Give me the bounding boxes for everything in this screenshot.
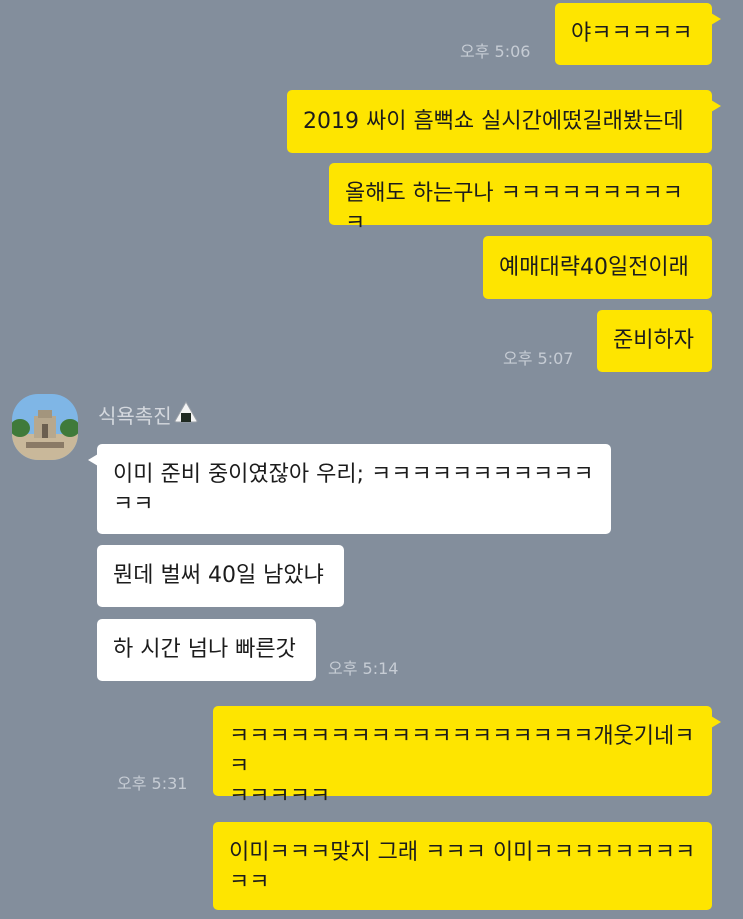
message-bubble-incoming[interactable]: 뭔데 벌써 40일 남았냐 <box>97 545 344 607</box>
message-bubble-outgoing[interactable]: 이미ㅋㅋㅋ맞지 그래 ㅋㅋㅋ 이미ㅋㅋㅋㅋㅋㅋㅋㅋ ㅋㅋ <box>213 822 712 910</box>
message-bubble-incoming[interactable]: 하 시간 넘나 빠른갓 <box>97 619 316 681</box>
message-time: 오후 5:07 <box>503 349 574 368</box>
sender-name-label: 식욕촉진 <box>98 404 172 428</box>
message-time: 오후 5:06 <box>460 42 531 61</box>
message-time: 오후 5:14 <box>328 659 399 678</box>
rice-ball-icon <box>174 401 198 428</box>
sender-name: 식욕촉진 <box>98 400 198 429</box>
message-bubble-outgoing[interactable]: 2019 싸이 흠뻑쇼 실시간에떴길래봤는데 <box>287 90 721 153</box>
message-bubble-outgoing[interactable]: 야ㅋㅋㅋㅋㅋ <box>555 3 721 65</box>
message-bubble-outgoing[interactable]: ㅋㅋㅋㅋㅋㅋㅋㅋㅋㅋㅋㅋㅋㅋㅋㅋㅋㅋ개웃기네ㅋㅋ ㅋㅋㅋㅋㅋ <box>213 706 721 809</box>
message-bubble-outgoing[interactable]: 예매대략40일전이래 <box>483 236 712 299</box>
message-bubble-incoming[interactable]: 이미 준비 중이였잖아 우리; ㅋㅋㅋㅋㅋㅋㅋㅋㅋㅋㅋ ㅋㅋ <box>88 444 611 534</box>
message-bubble-outgoing[interactable]: 준비하자 <box>597 310 712 372</box>
message-bubble-outgoing[interactable]: 올해도 하는구나 ㅋㅋㅋㅋㅋㅋㅋㅋㅋㅋ <box>329 163 712 236</box>
message-time: 오후 5:31 <box>117 774 188 793</box>
avatar[interactable] <box>12 394 78 460</box>
